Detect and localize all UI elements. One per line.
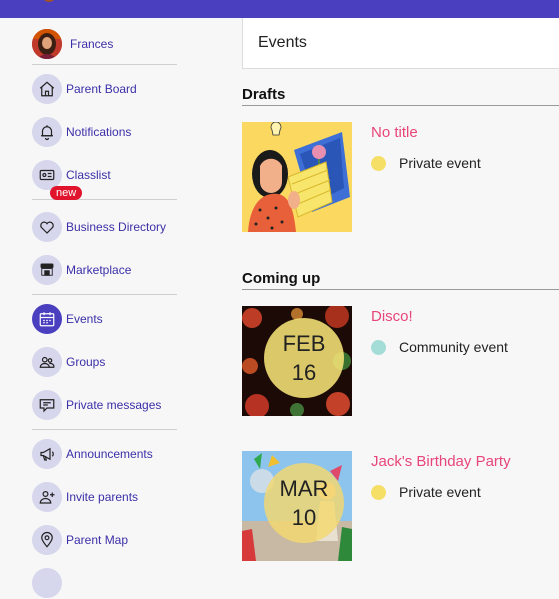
top-bar-avatar[interactable] bbox=[42, 0, 56, 2]
more-icon bbox=[32, 568, 62, 598]
sidebar-item-label: Marketplace bbox=[66, 263, 132, 277]
event-type-label: Community event bbox=[399, 339, 508, 355]
sidebar-divider bbox=[32, 64, 177, 65]
event-date-month: MAR bbox=[279, 476, 329, 501]
event-type-label: Private event bbox=[399, 155, 481, 171]
sidebar-item-announcements[interactable]: Announcements bbox=[32, 438, 153, 470]
sidebar-item-label: Invite parents bbox=[66, 490, 139, 504]
sidebar-item-invite-parents[interactable]: Invite parents bbox=[32, 481, 138, 513]
birthday-event-image[interactable]: MAR 10 bbox=[242, 451, 352, 561]
bell-icon bbox=[32, 117, 62, 147]
sidebar-item-more[interactable] bbox=[32, 567, 62, 599]
sidebar-item-label: Groups bbox=[66, 355, 106, 369]
disco-event-image[interactable]: FEB 16 bbox=[242, 306, 352, 416]
event-date-badge: MAR 10 bbox=[264, 463, 344, 543]
sidebar-divider bbox=[32, 294, 177, 295]
page-title: Events bbox=[258, 34, 307, 51]
sidebar-item-marketplace[interactable]: Marketplace bbox=[32, 254, 131, 286]
drafts-divider bbox=[242, 105, 559, 106]
sidebar-divider bbox=[32, 429, 177, 430]
sidebar-item-label: Announcements bbox=[66, 447, 153, 461]
sidebar-item-label: Parent Map bbox=[66, 533, 129, 547]
add-person-icon bbox=[32, 482, 62, 512]
event-type-label: Private event bbox=[399, 484, 481, 500]
sidebar-item-label: Events bbox=[66, 312, 103, 326]
sidebar-item-label: Parent Board bbox=[66, 82, 137, 96]
sidebar-item-label: Private messages bbox=[66, 398, 162, 412]
groups-icon bbox=[32, 347, 62, 377]
megaphone-icon bbox=[32, 439, 62, 469]
sidebar-item-business-directory[interactable]: Business Directory bbox=[32, 211, 166, 243]
calendar-icon bbox=[32, 304, 62, 334]
profile-avatar bbox=[32, 29, 62, 59]
message-icon bbox=[32, 390, 62, 420]
sidebar-item-notifications[interactable]: Notifications bbox=[32, 116, 131, 148]
profile-name: Frances bbox=[70, 37, 114, 51]
sidebar-item-groups[interactable]: Groups bbox=[32, 346, 105, 378]
sidebar-profile[interactable]: Frances bbox=[32, 28, 113, 60]
birthday-event-title[interactable]: Jack's Birthday Party bbox=[371, 453, 511, 470]
heart-icon bbox=[32, 212, 62, 242]
private-event-dot bbox=[371, 155, 386, 171]
private-event-dot bbox=[371, 484, 386, 500]
page-header: Events bbox=[242, 18, 559, 69]
sidebar-item-parent-map[interactable]: Parent Map bbox=[32, 524, 128, 556]
map-pin-icon bbox=[32, 525, 62, 555]
sidebar-item-private-messages[interactable]: Private messages bbox=[32, 389, 161, 421]
disco-event-title[interactable]: Disco! bbox=[371, 308, 413, 325]
event-date-day: 16 bbox=[291, 360, 317, 385]
birthday-event-type: Private event bbox=[371, 484, 481, 500]
event-date-month: FEB bbox=[282, 331, 326, 356]
draft-event-title[interactable]: No title bbox=[371, 124, 418, 141]
home-icon bbox=[32, 74, 62, 104]
draft-event-type: Private event bbox=[371, 155, 481, 171]
draft-event-image[interactable] bbox=[242, 122, 352, 232]
sidebar-item-label: Notifications bbox=[66, 125, 132, 139]
coming-up-heading: Coming up bbox=[242, 270, 321, 287]
sidebar-item-parent-board[interactable]: Parent Board bbox=[32, 73, 137, 105]
sidebar-item-events[interactable]: Events bbox=[32, 303, 103, 335]
community-event-dot bbox=[371, 339, 386, 355]
new-badge: new bbox=[50, 186, 83, 200]
store-icon bbox=[32, 255, 62, 285]
coming-up-divider bbox=[242, 289, 559, 290]
top-bar bbox=[0, 0, 559, 18]
event-date-day: 10 bbox=[291, 505, 317, 530]
drafts-heading: Drafts bbox=[242, 86, 286, 103]
sidebar-item-label: Classlist bbox=[66, 168, 111, 182]
disco-event-type: Community event bbox=[371, 339, 508, 355]
event-date-badge: FEB 16 bbox=[264, 318, 344, 398]
sidebar-item-label: Business Directory bbox=[66, 220, 167, 234]
